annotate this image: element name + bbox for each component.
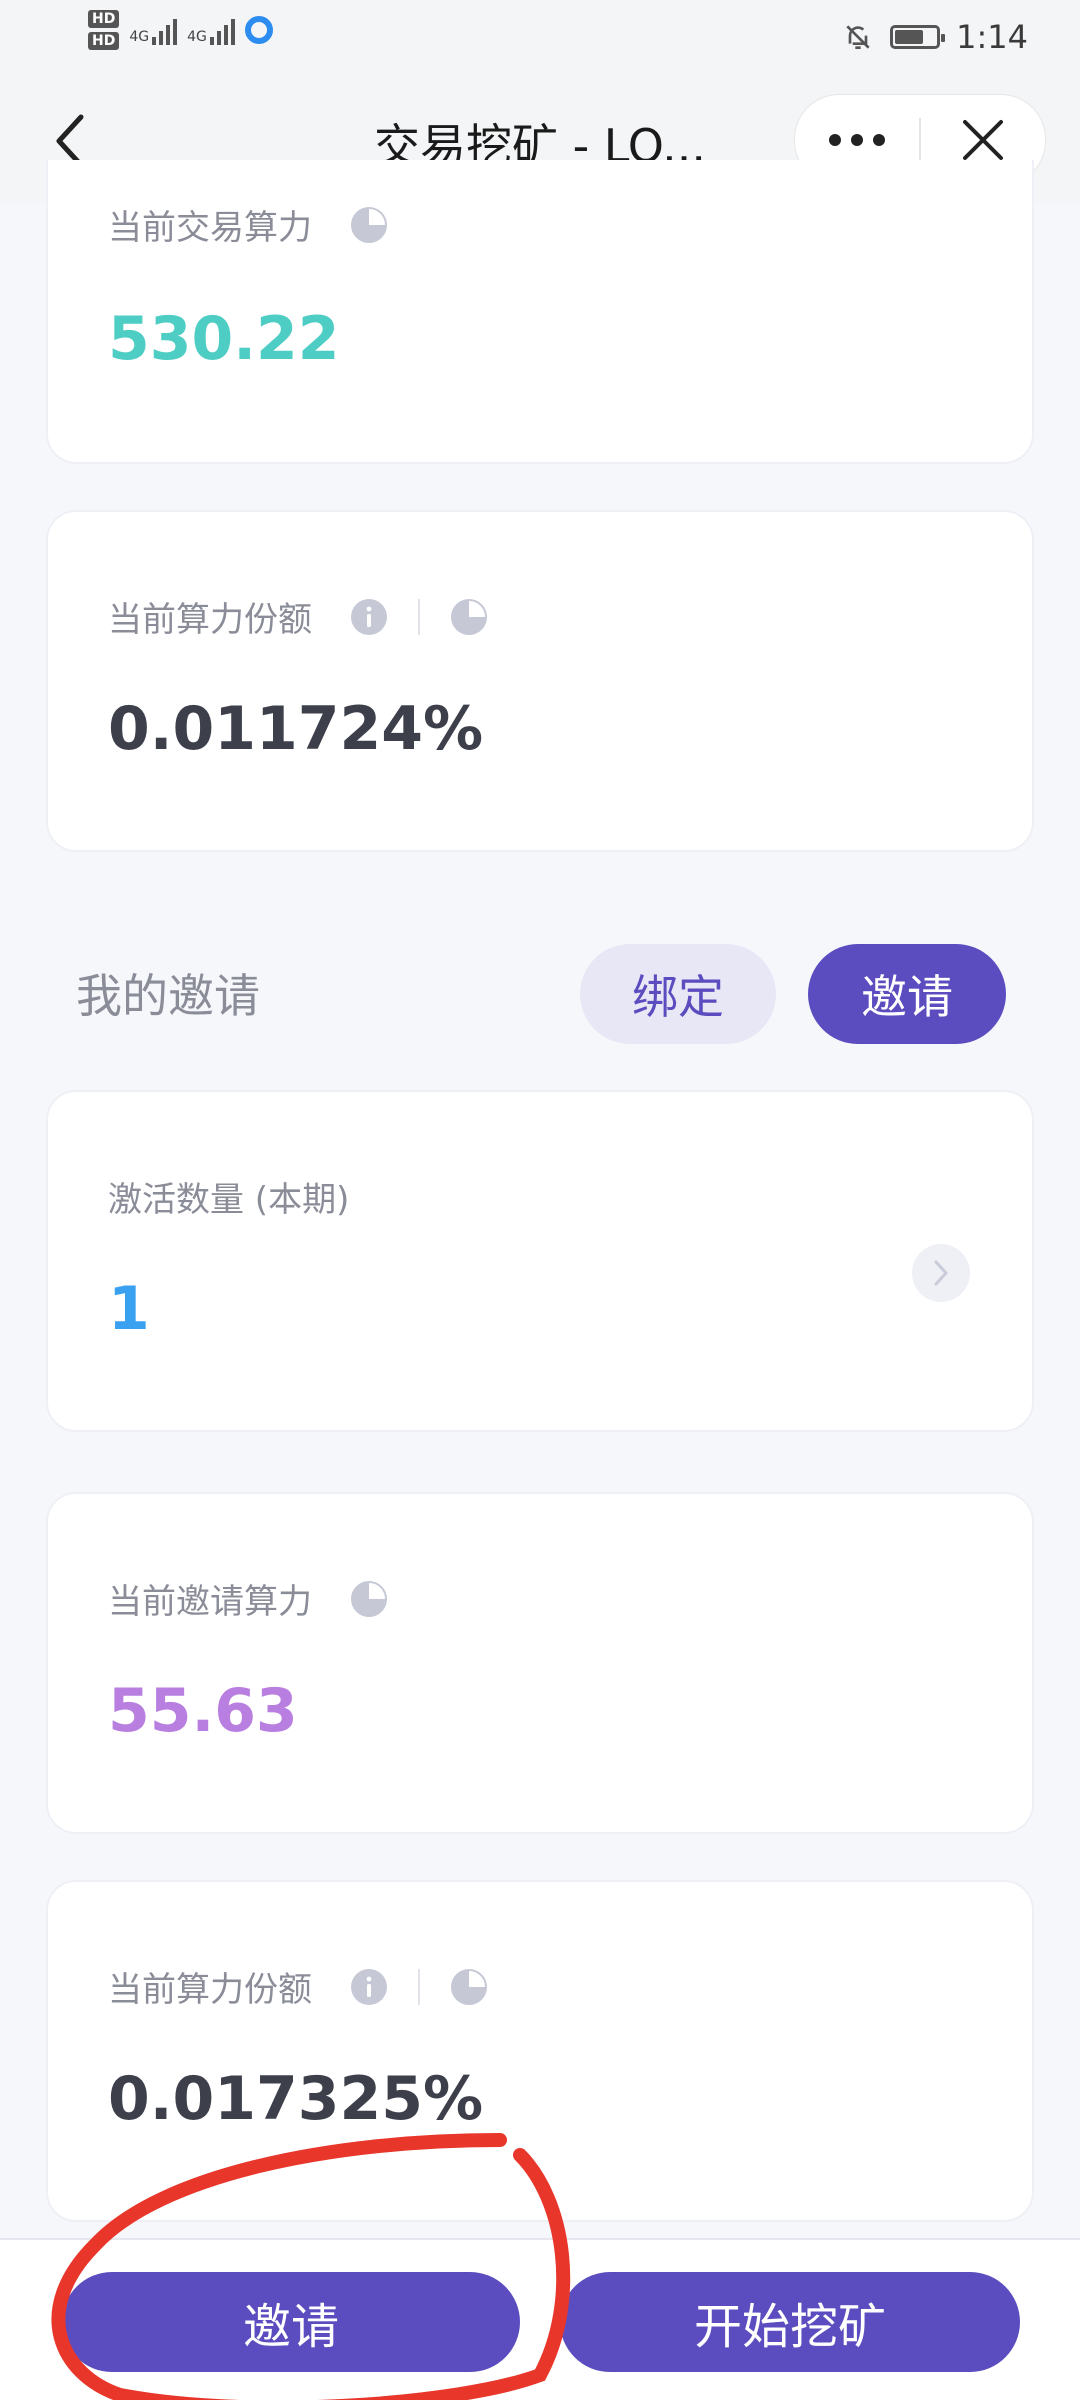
mining-share-card: 当前算力份额 0.011724% [46, 510, 1034, 852]
mining-share-label-row: 当前算力份额 [108, 592, 488, 641]
invite-power-label-row: 当前邀请算力 [108, 1574, 388, 1623]
trade-power-card: 当前交易算力 530.22 [46, 160, 1034, 464]
status-right: 1:14 [842, 18, 1028, 56]
close-icon [963, 120, 1003, 160]
net2-label: 4G [187, 29, 207, 45]
battery-icon [890, 25, 946, 49]
invite-share-label: 当前算力份额 [108, 1970, 312, 2010]
more-icon [829, 134, 885, 146]
my-invite-title: 我的邀请 [76, 969, 260, 1023]
hd2-badge: HD [88, 32, 120, 50]
invite-button-top[interactable]: 邀请 [808, 944, 1006, 1044]
invite-share-label-row: 当前算力份额 [108, 1962, 488, 2011]
bind-button[interactable]: 绑定 [580, 944, 776, 1044]
chevron-right-icon [934, 1260, 948, 1286]
label-divider [418, 598, 420, 635]
pie-chart-icon[interactable] [350, 206, 388, 244]
activated-count-card[interactable]: 激活数量 (本期) 1 [46, 1090, 1034, 1432]
net1-label: 4G [129, 29, 150, 45]
invite-power-value: 55.63 [108, 1676, 298, 1746]
trade-power-label-row: 当前交易算力 [108, 200, 388, 249]
bottom-action-bar: 邀请 开始挖矿 [0, 2238, 1080, 2402]
bell-off-icon [846, 25, 870, 49]
status-left: HD HD 4G 4G [88, 10, 273, 50]
invite-button-bottom[interactable]: 邀请 [62, 2272, 520, 2372]
activated-value: 1 [108, 1274, 150, 1344]
pie-chart-icon[interactable] [350, 1580, 388, 1618]
start-mining-button[interactable]: 开始挖矿 [560, 2272, 1020, 2372]
activated-detail-button[interactable] [912, 1244, 970, 1302]
mining-share-label: 当前算力份额 [108, 600, 312, 640]
invite-share-value: 0.017325% [108, 2064, 484, 2134]
app-notification-icon [244, 16, 273, 44]
pie-chart-icon[interactable] [450, 598, 488, 636]
activated-label: 激活数量 (本期) [108, 1180, 350, 1220]
signal-bars-icon [152, 15, 178, 45]
pie-chart-icon[interactable] [450, 1968, 488, 2006]
trade-power-label: 当前交易算力 [108, 208, 312, 248]
signal-bars-icon [209, 15, 235, 45]
invite-share-card: 当前算力份额 0.017325% [46, 1880, 1034, 2222]
signal-2: 4G [187, 15, 235, 45]
trade-power-value: 530.22 [108, 304, 340, 374]
hd-indicators: HD HD [88, 10, 120, 50]
signal-1: 4G [129, 15, 178, 45]
invite-power-card: 当前邀请算力 55.63 [46, 1492, 1034, 1834]
invite-power-label: 当前邀请算力 [108, 1582, 312, 1622]
info-icon[interactable] [350, 1968, 388, 2006]
hd1-badge: HD [88, 10, 120, 28]
info-icon[interactable] [350, 598, 388, 636]
status-time: 1:14 [956, 18, 1028, 56]
mining-share-value: 0.011724% [108, 694, 484, 764]
status-bar: HD HD 4G 4G 1:14 [0, 0, 1080, 80]
label-divider [418, 1968, 420, 2005]
